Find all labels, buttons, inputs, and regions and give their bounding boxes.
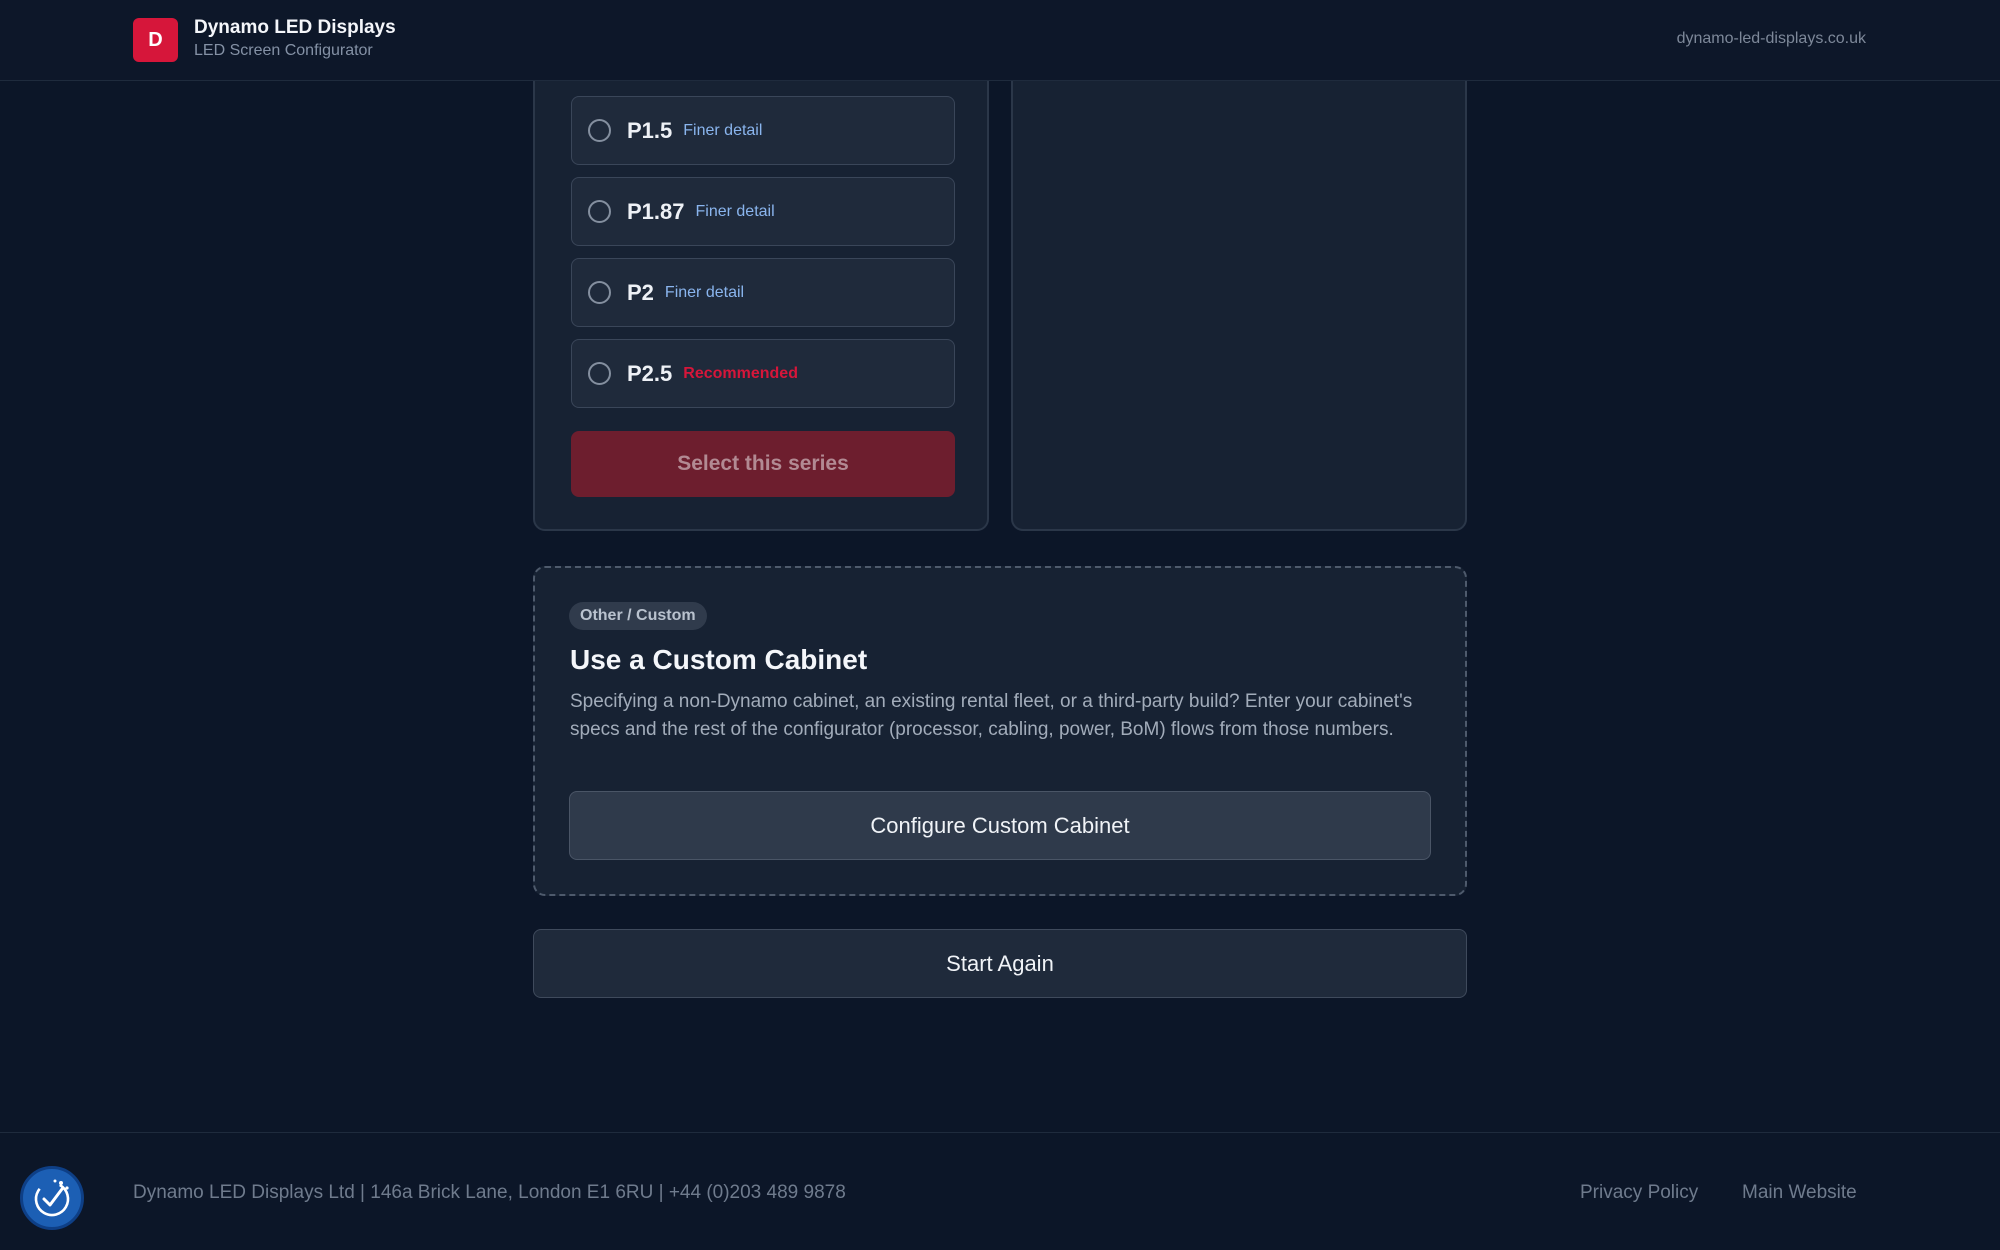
start-again-button[interactable]: Start Again (533, 929, 1467, 998)
footer-company-info: Dynamo LED Displays Ltd | 146a Brick Lan… (133, 1182, 846, 1203)
radio-icon[interactable] (588, 281, 611, 304)
pitch-tag: Finer detail (664, 283, 745, 301)
recommended-tag: Recommended (683, 364, 798, 382)
select-series-button[interactable]: Select this series (571, 431, 955, 497)
site-footer: Dynamo LED Displays Ltd | 146a Brick Lan… (0, 1132, 2000, 1250)
privacy-policy-link[interactable]: Privacy Policy (1580, 1182, 1698, 1204)
pitch-option-p2-5[interactable]: P2.5 Recommended (571, 339, 955, 408)
pitch-option-p1-87[interactable]: P1.87 Finer detail (571, 177, 955, 246)
pitch-label: P1.5 (627, 117, 673, 143)
configure-custom-cabinet-button[interactable]: Configure Custom Cabinet (569, 791, 1431, 860)
custom-description: Specifying a non-Dynamo cabinet, an exis… (570, 691, 1413, 740)
radio-icon[interactable] (588, 119, 611, 142)
accessibility-check-icon (34, 1179, 70, 1217)
page: P1.5 Finer detail P1.87 Finer detail P2 … (0, 0, 2000, 1250)
brand-logo[interactable]: D (133, 18, 178, 62)
pitch-option-p1-5[interactable]: P1.5 Finer detail (571, 96, 955, 165)
custom-title: Use a Custom Cabinet (570, 644, 868, 675)
pitch-label: P2 (627, 279, 654, 305)
accessibility-button[interactable] (20, 1166, 84, 1230)
radio-icon[interactable] (588, 362, 611, 385)
custom-badge: Other / Custom (569, 602, 707, 630)
pitch-tag: Finer detail (695, 202, 775, 220)
header-url: dynamo-led-displays.co.uk (1676, 30, 1866, 47)
radio-icon[interactable] (588, 200, 611, 223)
custom-cabinet-card: Other / Custom Use a Custom Cabinet Spec… (533, 566, 1467, 896)
pitch-label: P1.87 (627, 198, 685, 224)
pitch-tag: Finer detail (683, 121, 763, 139)
pitch-option-p2[interactable]: P2 Finer detail (571, 258, 955, 327)
main-website-link[interactable]: Main Website (1742, 1182, 1857, 1204)
brand-subtitle: LED Screen Configurator (194, 42, 373, 59)
site-header: D Dynamo LED Displays LED Screen Configu… (0, 0, 2000, 81)
pitch-label: P2.5 (627, 360, 673, 386)
brand-title: Dynamo LED Displays (194, 17, 396, 38)
